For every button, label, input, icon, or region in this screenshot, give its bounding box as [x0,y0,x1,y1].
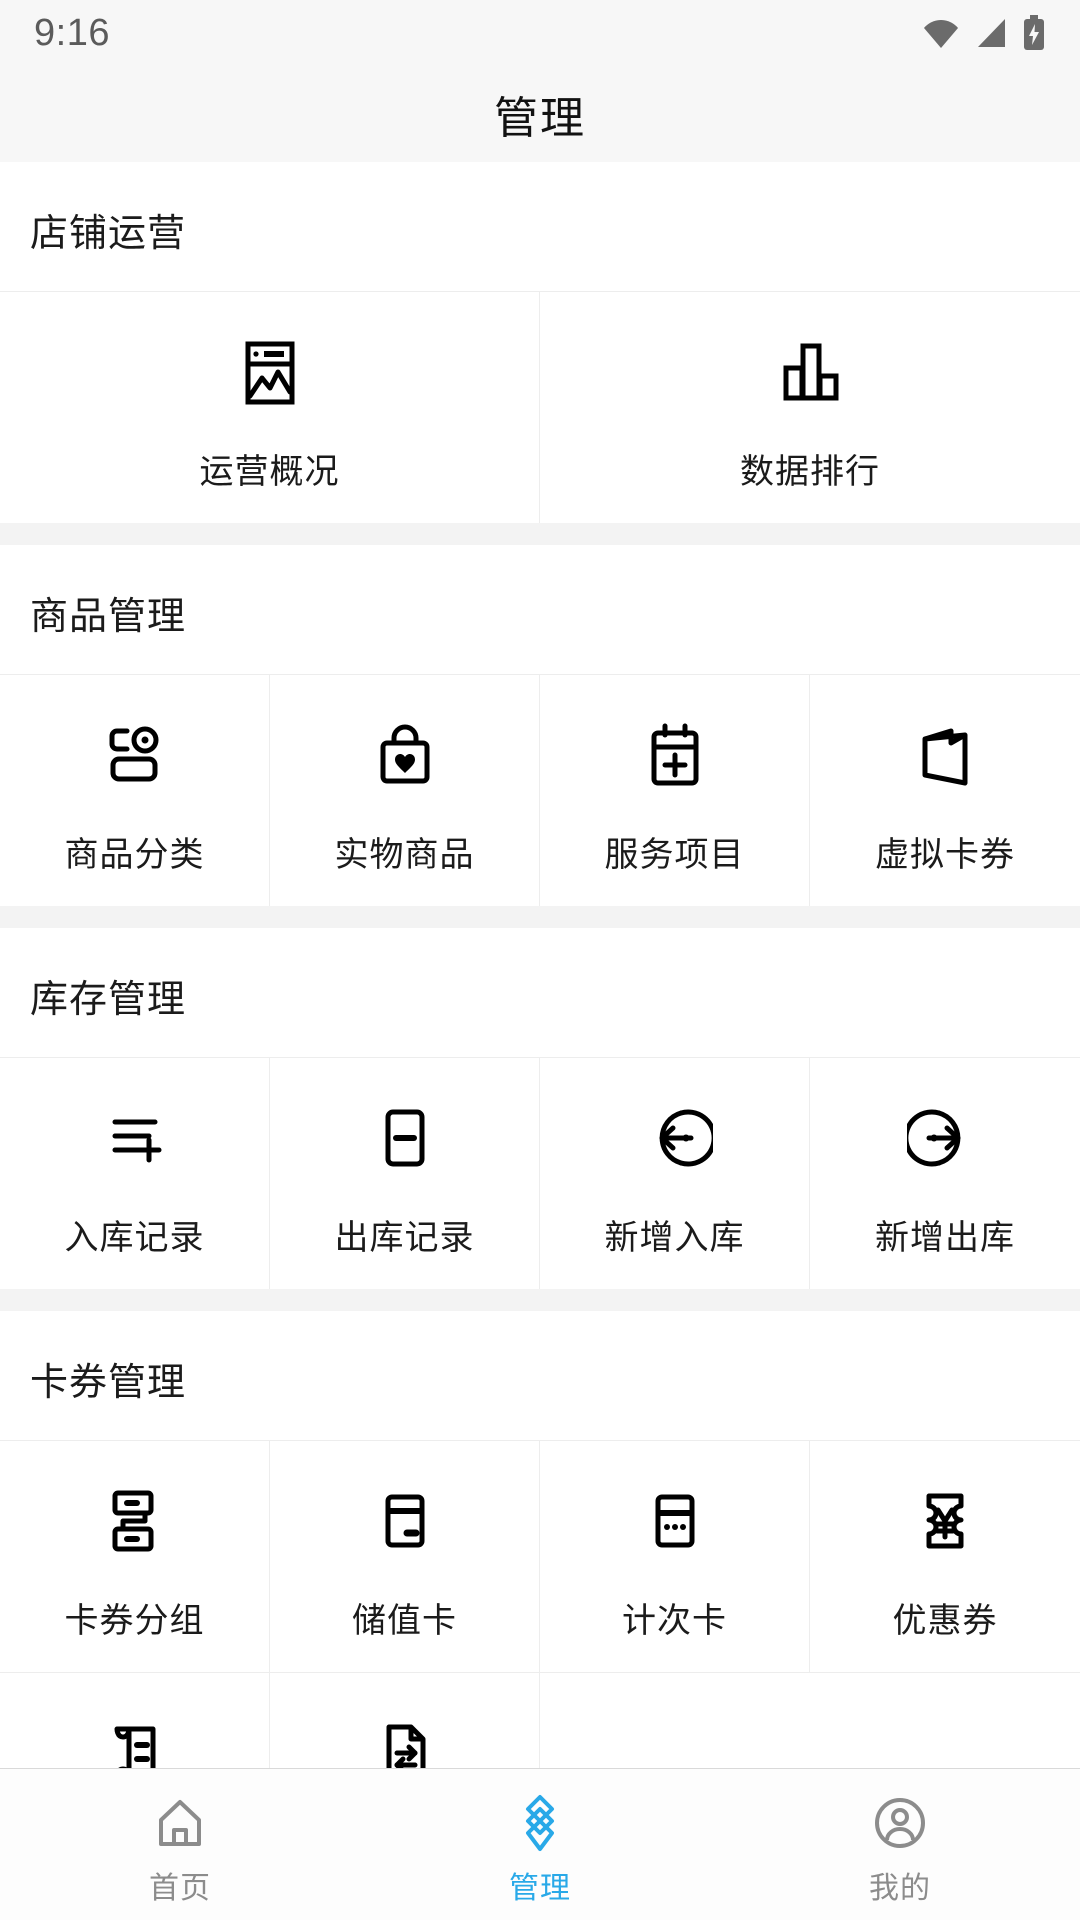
tab-label: 管理 [508,1872,571,1905]
management-logo-icon [509,1791,571,1855]
box-minus-icon [367,1092,443,1184]
grid-item-label: 实物商品 [334,836,475,874]
section-divider [0,523,1080,545]
section-grid: 运营概况 数据排行 [0,291,1080,523]
category-icon [97,709,173,801]
grid-item-product-category[interactable]: 商品分类 [0,674,270,906]
profile-icon [871,1791,929,1855]
card-group-icon [97,1475,173,1567]
coupon-yuan-icon [907,1475,983,1567]
grid-item-operations-overview[interactable]: 运营概况 [0,291,540,523]
shopping-bag-heart-icon [367,709,443,801]
grid-item-label: 运营概况 [199,453,340,491]
tab-label: 我的 [868,1872,931,1905]
grid-item-add-inbound[interactable]: 新增入库 [540,1057,810,1289]
grid-item-virtual-voucher[interactable]: 虚拟卡券 [810,674,1080,906]
tab-label: 首页 [148,1872,211,1905]
section-title: 卡券管理 [30,1362,187,1404]
status-bar-time: 9:16 [34,11,110,54]
arrow-in-circle-icon [637,1092,713,1184]
grid-item-label: 计次卡 [622,1602,727,1640]
status-bar: 9:16 [0,0,1080,66]
calendar-plus-icon [637,709,713,801]
tab-management[interactable]: 管理 [360,1769,720,1907]
punch-card-icon [637,1475,713,1567]
section-divider [0,906,1080,928]
app-screen: 9:16 管理 店铺运营 运营概况 数据排行 商品管理 商品分类 实物商品 服务… [0,0,1080,1920]
grid-item-stored-value-card[interactable]: 储值卡 [270,1440,540,1672]
grid-item-member-ticket[interactable]: 会员卡券 [0,1672,270,1768]
page-title: 管理 [494,94,586,143]
grid-item-placeholder [810,1672,1080,1768]
report-image-icon [232,326,308,418]
content-scroll-area[interactable]: 店铺运营 运营概况 数据排行 商品管理 商品分类 实物商品 服务项目 虚拟卡券 … [0,162,1080,1768]
wifi-icon [922,16,960,50]
cellular-signal-icon [974,16,1008,50]
section-grid: 入库记录 出库记录 新增入库 新增出库 [0,1057,1080,1289]
section-title: 库存管理 [30,979,187,1021]
bar-chart-icon [772,326,848,418]
grid-item-service-items[interactable]: 服务项目 [540,674,810,906]
grid-item-card-group[interactable]: 卡券分组 [0,1440,270,1672]
arrow-out-circle-icon [907,1092,983,1184]
battery-charging-icon [1022,15,1046,51]
home-icon [151,1791,209,1855]
grid-item-placeholder [540,1672,810,1768]
grid-item-inbound-records[interactable]: 入库记录 [0,1057,270,1289]
grid-item-label: 优惠券 [892,1602,998,1640]
grid-item-physical-goods[interactable]: 实物商品 [270,674,540,906]
section-store-operations: 店铺运营 运营概况 数据排行 [0,162,1080,523]
status-bar-icons [922,15,1046,51]
section-title: 店铺运营 [30,213,187,255]
grid-item-label: 服务项目 [604,836,745,874]
folded-voucher-icon [907,709,983,801]
bottom-tab-bar: 首页 管理 我的 [0,1768,1080,1920]
section-product-management: 商品管理 商品分类 实物商品 服务项目 虚拟卡券 [0,545,1080,906]
grid-item-label: 入库记录 [64,1219,205,1257]
grid-item-label: 出库记录 [334,1219,475,1257]
grid-item-label: 储值卡 [352,1602,457,1640]
section-card-management: 卡券管理 卡券分组 储值卡 计次卡 优惠券 [0,1311,1080,1768]
section-divider [0,1289,1080,1311]
grid-item-label: 新增出库 [875,1219,1015,1257]
grid-item-label: 商品分类 [64,836,205,874]
section-inventory-management: 库存管理 入库记录 出库记录 新增入库 新增出库 [0,928,1080,1289]
section-title: 商品管理 [30,596,187,638]
grid-item-data-ranking[interactable]: 数据排行 [540,291,1080,523]
grid-item-add-outbound[interactable]: 新增出库 [810,1057,1080,1289]
member-ticket-icon [97,1707,173,1768]
page-header: 管理 [0,66,1080,162]
grid-item-label: 数据排行 [740,453,880,491]
grid-item-label: 新增入库 [604,1219,745,1257]
transfer-document-icon [367,1707,443,1768]
grid-item-punch-card[interactable]: 计次卡 [540,1440,810,1672]
stored-value-card-icon [367,1475,443,1567]
section-grid: 商品分类 实物商品 服务项目 虚拟卡券 [0,674,1080,906]
grid-item-label: 卡券分组 [64,1602,205,1640]
grid-item-label: 虚拟卡券 [875,836,1015,874]
section-grid: 卡券分组 储值卡 计次卡 优惠券 [0,1440,1080,1768]
grid-item-coupon[interactable]: 优惠券 [810,1440,1080,1672]
tab-profile[interactable]: 我的 [720,1769,1080,1907]
list-plus-icon [97,1092,173,1184]
grid-item-outbound-records[interactable]: 出库记录 [270,1057,540,1289]
tab-home[interactable]: 首页 [0,1769,360,1907]
grid-item-transfer-records[interactable]: 转赠记录 [270,1672,540,1768]
